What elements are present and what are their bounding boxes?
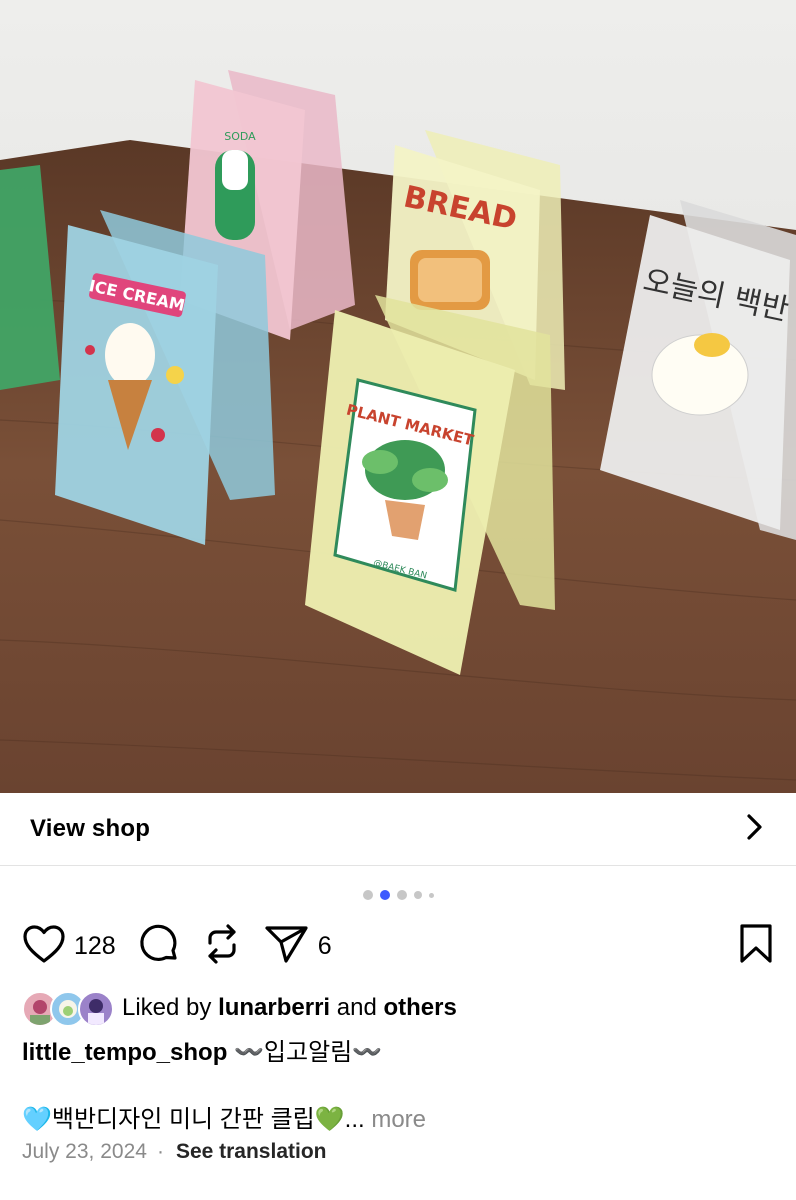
- like-button[interactable]: 128: [22, 924, 116, 969]
- chevron-right-icon: [744, 812, 766, 847]
- send-icon: [264, 923, 310, 970]
- svg-text:SODA: SODA: [224, 130, 256, 143]
- more-link[interactable]: more: [371, 1106, 426, 1133]
- avatar: [78, 991, 114, 1027]
- heart-icon: [22, 924, 66, 969]
- carousel-dot: [396, 890, 407, 900]
- meta-separator: ·: [156, 1140, 164, 1163]
- shares-count: 6: [317, 931, 332, 960]
- repost-icon: [202, 923, 242, 970]
- post-image[interactable]: SODA BREAD 오늘의 백반 ICE CREAM PLANT MARKET…: [0, 0, 796, 793]
- carousel-dot-active: [379, 890, 390, 900]
- ice-cream-sign: ICE CREAM: [55, 210, 275, 545]
- caption-body: 🩵백반디자인 미니 간판 클립💚... more: [22, 1099, 426, 1134]
- comment-button[interactable]: [138, 923, 180, 970]
- liker-avatars[interactable]: [22, 990, 118, 1027]
- post-actions: 128 6: [22, 920, 774, 972]
- view-shop-bar[interactable]: View shop: [0, 793, 796, 866]
- photo-illustration: SODA BREAD 오늘의 백반 ICE CREAM PLANT MARKET…: [0, 0, 796, 793]
- liked-by-middle: and: [330, 994, 384, 1021]
- caption-headline: little_tempo_shop 〰️입고알림〰️: [22, 1032, 382, 1067]
- carousel-dot: [428, 892, 434, 898]
- liked-by-others[interactable]: others: [383, 994, 456, 1022]
- post-date: July 23, 2024: [22, 1140, 147, 1163]
- repost-button[interactable]: [202, 923, 242, 970]
- caption-headline-text: 〰️입고알림〰️: [234, 1039, 383, 1066]
- carousel-dot: [362, 890, 373, 900]
- likes-count: 128: [74, 931, 116, 960]
- caption-ellipsis: ...: [344, 1106, 372, 1133]
- carousel-indicator: [0, 888, 796, 902]
- carousel-dot: [413, 891, 422, 899]
- view-shop-label: View shop: [30, 815, 151, 842]
- liked-by-row[interactable]: Liked by lunarberri and others: [22, 988, 457, 1028]
- caption-username[interactable]: little_tempo_shop: [22, 1039, 227, 1066]
- bookmark-icon: [738, 923, 774, 969]
- see-translation-link[interactable]: See translation: [176, 1140, 327, 1164]
- liked-by-prefix: Liked by: [122, 994, 219, 1021]
- save-button[interactable]: [738, 923, 774, 970]
- liked-by-user[interactable]: lunarberri: [218, 994, 330, 1022]
- post-meta: July 23, 2024 · See translation: [22, 1140, 327, 1164]
- comment-icon: [138, 923, 180, 970]
- caption-body-text: 🩵백반디자인 미니 간판 클립💚: [22, 1106, 345, 1133]
- share-button[interactable]: 6: [264, 923, 332, 970]
